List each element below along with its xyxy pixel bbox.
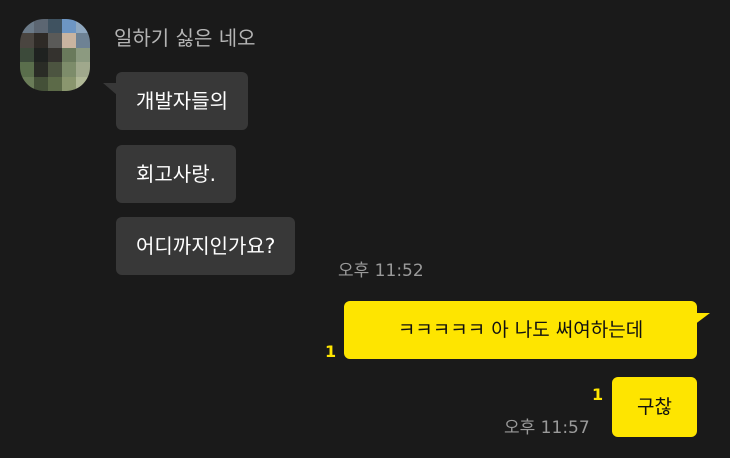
avatar-pixel: [48, 19, 62, 34]
incoming-message[interactable]: 개발자들의: [116, 72, 248, 130]
incoming-bubble-tail: [103, 83, 117, 95]
avatar-pixel: [20, 62, 34, 77]
outgoing-bubble-tail: [694, 313, 710, 325]
avatar-pixel: [34, 76, 48, 91]
avatar-pixel: [20, 33, 34, 48]
avatar[interactable]: [20, 19, 90, 91]
avatar-pixel: [34, 62, 48, 77]
avatar-pixel: [48, 76, 62, 91]
avatar-pixel: [34, 47, 48, 63]
avatar-pixel: [34, 33, 48, 48]
avatar-pixel: [48, 47, 62, 63]
avatar-pixel: [48, 62, 62, 77]
avatar-pixel: [76, 47, 90, 63]
incoming-message[interactable]: 회고사랑.: [116, 145, 236, 203]
outgoing-message[interactable]: 구찮: [612, 377, 697, 437]
avatar-pixel: [20, 47, 34, 63]
avatar-pixel: [76, 76, 90, 91]
avatar-pixel: [62, 19, 76, 34]
avatar-pixel: [34, 19, 48, 34]
avatar-pixel: [48, 33, 62, 48]
avatar-pixel: [62, 47, 76, 63]
unread-count: 1: [592, 385, 604, 404]
sender-name: 일하기 싫은 네오: [114, 26, 256, 50]
avatar-pixel: [76, 33, 90, 48]
outgoing-message[interactable]: ㅋㅋㅋㅋㅋ 아 나도 써여하는데: [344, 301, 697, 359]
avatar-pixel: [20, 19, 34, 34]
chat-room: 일하기 싫은 네오 개발자들의 회고사랑. 어디까지인가요? 오후 11:52 …: [0, 0, 730, 458]
avatar-pixel: [62, 62, 76, 77]
avatar-pixel: [62, 33, 76, 48]
incoming-message[interactable]: 어디까지인가요?: [116, 217, 296, 275]
avatar-pixel: [20, 76, 34, 91]
message-time: 오후 11:52: [338, 261, 424, 281]
avatar-pixel: [76, 62, 90, 77]
unread-count: 1: [325, 342, 337, 361]
avatar-pixel: [62, 76, 76, 91]
message-time: 오후 11:57: [504, 418, 590, 438]
avatar-pixel: [76, 19, 90, 34]
